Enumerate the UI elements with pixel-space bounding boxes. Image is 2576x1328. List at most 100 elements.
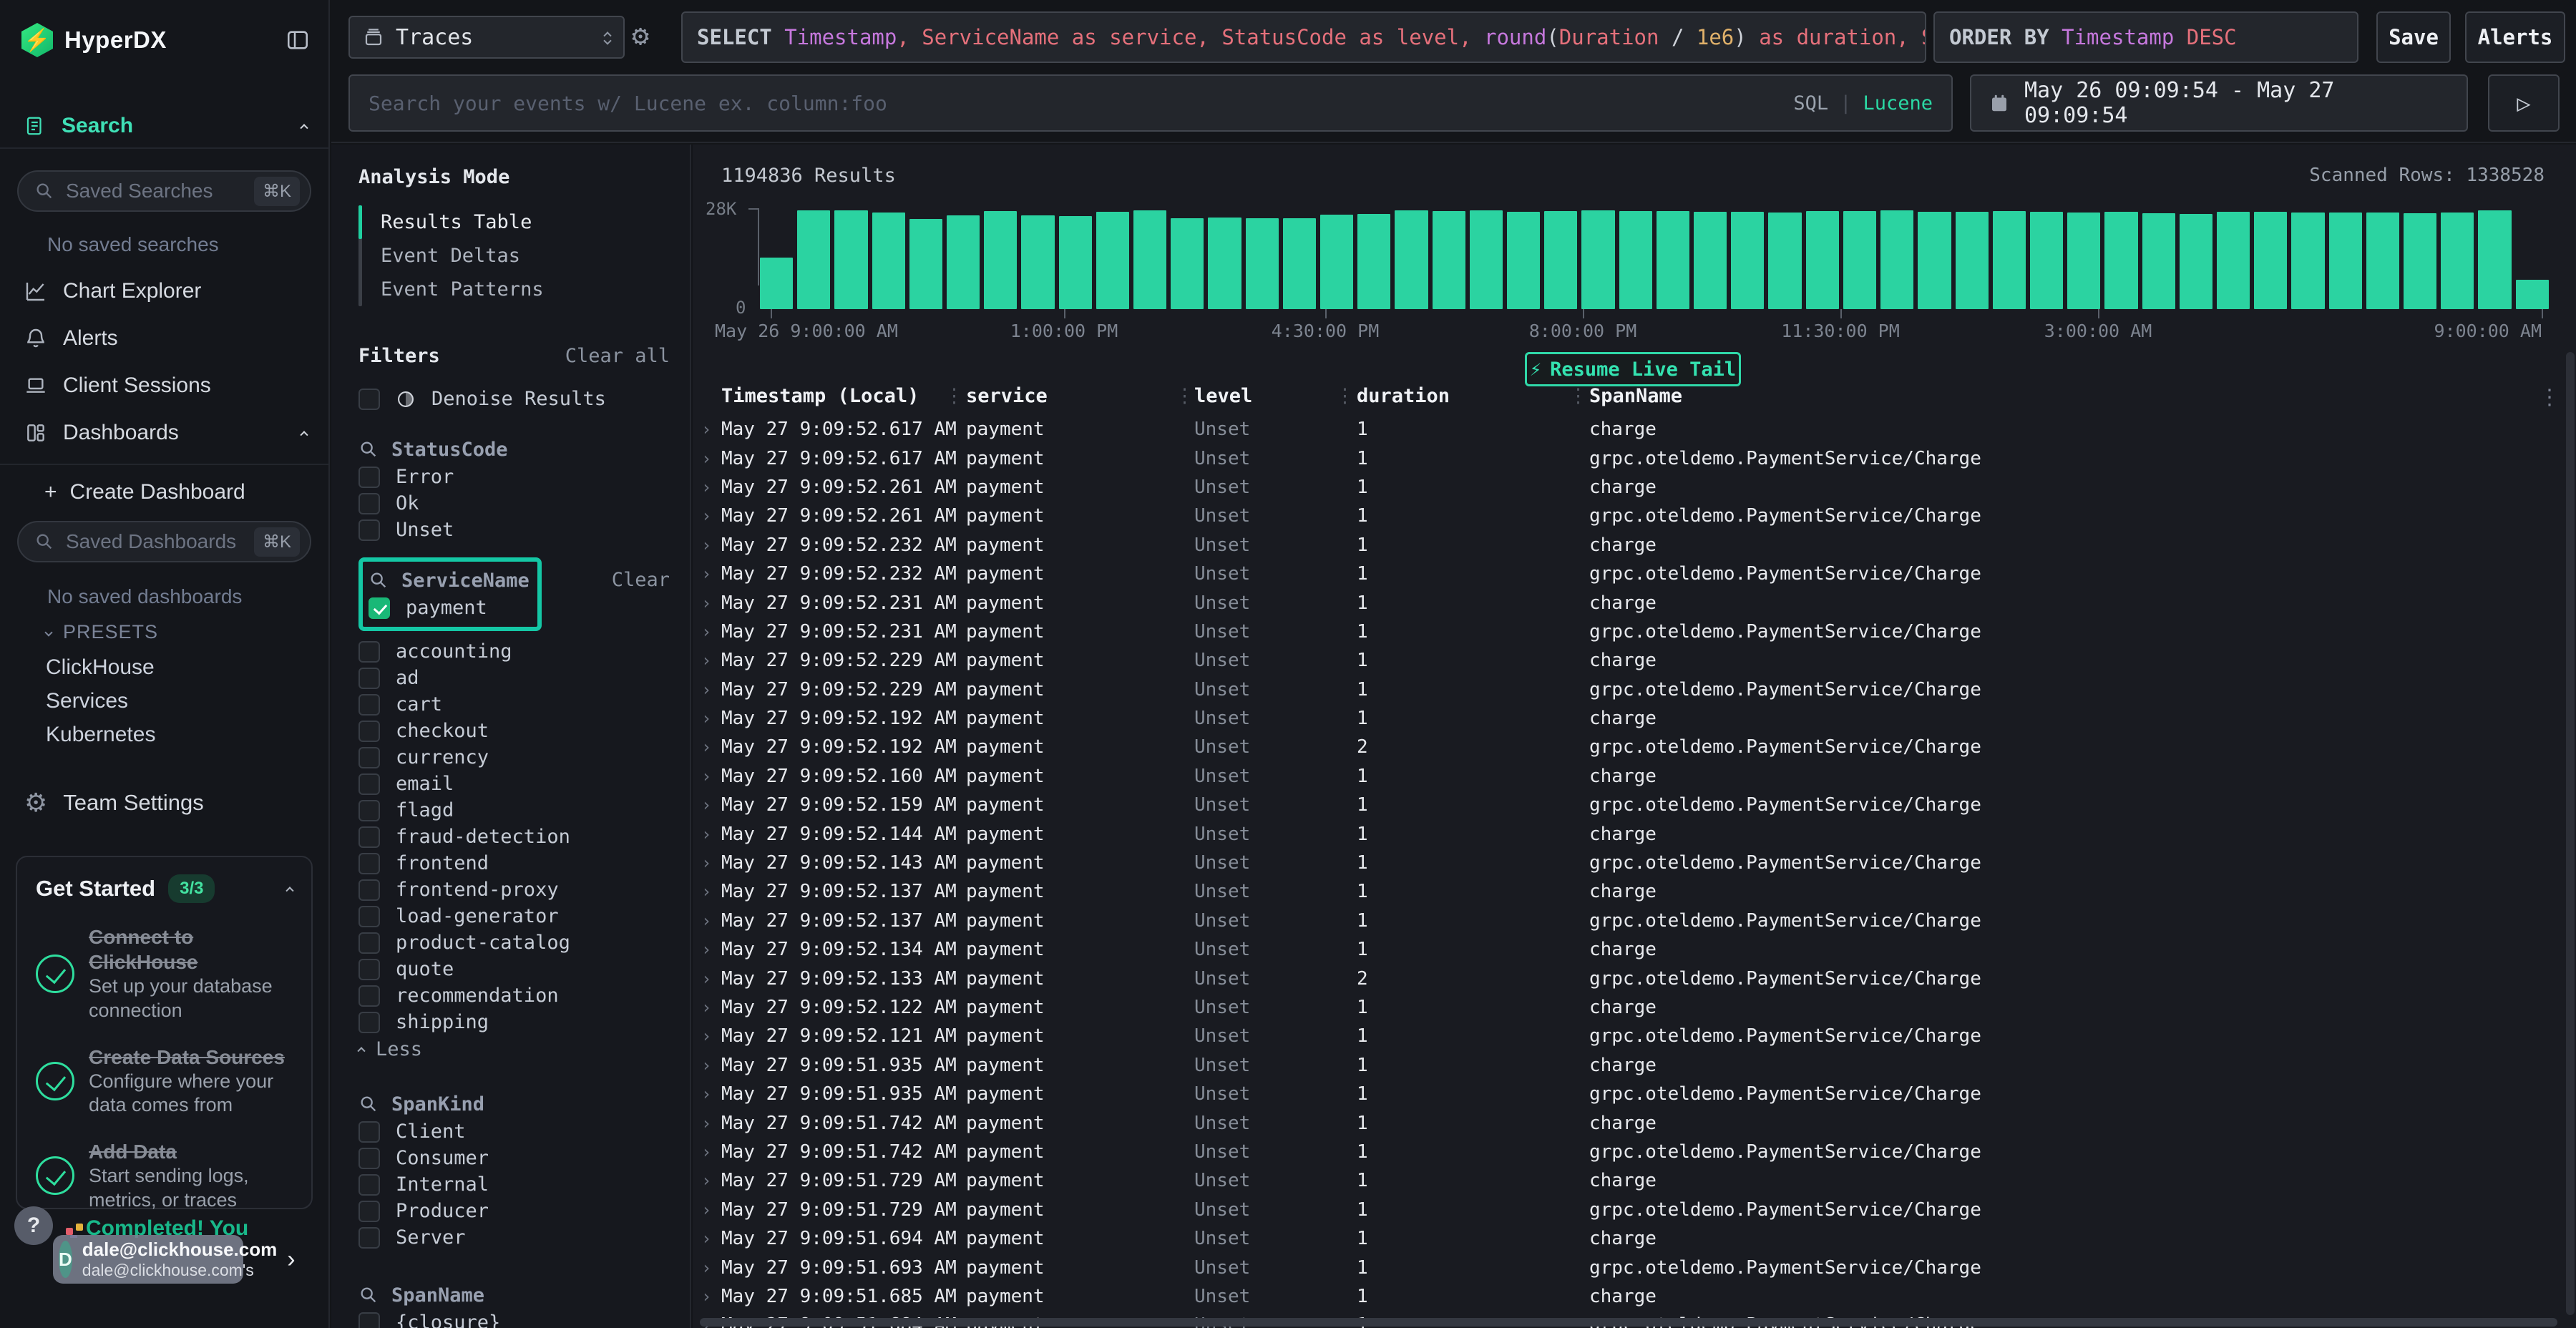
row-expand-icon[interactable]: › [701, 622, 711, 642]
table-row[interactable]: › May 27 9:09:51.693 AM payment Unset 1 … [693, 1253, 2576, 1281]
checkbox[interactable] [358, 519, 380, 541]
chevron-up-icon[interactable] [286, 887, 293, 894]
table-row[interactable]: › May 27 9:09:51.935 AM payment Unset 1 … [693, 1051, 2576, 1080]
table-row[interactable]: › May 27 9:09:52.160 AM payment Unset 1 … [693, 762, 2576, 791]
filter-option[interactable]: shipping [358, 1009, 690, 1035]
source-select[interactable]: Traces [348, 16, 625, 59]
row-expand-icon[interactable]: › [701, 680, 711, 700]
column-header-duration[interactable]: duration [1357, 385, 1450, 407]
table-row[interactable]: › May 27 9:09:52.617 AM payment Unset 1 … [693, 415, 2576, 444]
table-row[interactable]: › May 27 9:09:51.935 AM payment Unset 1 … [693, 1080, 2576, 1108]
preset-link[interactable]: Kubernetes [46, 723, 155, 747]
create-dashboard-button[interactable]: + Create Dashboard [44, 475, 245, 509]
filter-option[interactable]: Consumer [358, 1145, 690, 1171]
checkbox[interactable] [358, 853, 380, 874]
table-row[interactable]: › May 27 9:09:51.742 AM payment Unset 1 … [693, 1138, 2576, 1166]
filter-option[interactable]: accounting [358, 638, 690, 665]
row-expand-icon[interactable]: › [701, 1171, 711, 1191]
table-row[interactable]: › May 27 9:09:52.159 AM payment Unset 1 … [693, 791, 2576, 819]
table-row[interactable]: › May 27 9:09:52.137 AM payment Unset 1 … [693, 877, 2576, 906]
table-row[interactable]: › May 27 9:09:52.231 AM payment Unset 1 … [693, 588, 2576, 617]
checkbox-checked[interactable] [369, 597, 390, 619]
row-expand-icon[interactable]: › [701, 535, 711, 555]
row-expand-icon[interactable]: › [701, 1229, 711, 1249]
filter-option[interactable]: checkout [358, 718, 690, 744]
checkbox[interactable] [358, 800, 380, 821]
filter-option[interactable]: cart [358, 691, 690, 718]
preset-link[interactable]: ClickHouse [46, 655, 155, 680]
column-header-timestamp[interactable]: Timestamp (Local) [721, 385, 919, 407]
checkbox[interactable] [358, 668, 380, 689]
checkbox[interactable] [358, 985, 380, 1007]
search-icon[interactable] [369, 570, 389, 590]
filter-option[interactable]: currency [358, 744, 690, 771]
row-expand-icon[interactable]: › [701, 1200, 711, 1220]
filter-option[interactable]: Internal [358, 1171, 690, 1198]
source-settings-gear-icon[interactable]: ⚙ [632, 21, 649, 50]
filter-option[interactable]: email [358, 771, 690, 797]
run-query-button[interactable]: ▷ [2488, 74, 2560, 132]
checkbox[interactable] [358, 389, 380, 410]
column-resize-handle[interactable]: ⋮ [945, 385, 964, 407]
filter-option[interactable]: Unset [358, 517, 690, 543]
table-row[interactable]: › May 27 9:09:51.694 AM payment Unset 1 … [693, 1224, 2576, 1253]
table-row[interactable]: › May 27 9:09:52.232 AM payment Unset 1 … [693, 560, 2576, 588]
row-expand-icon[interactable]: › [701, 477, 711, 497]
show-less-toggle[interactable]: Less [358, 1035, 690, 1063]
analysis-mode-option[interactable]: Event Patterns [381, 273, 544, 306]
row-expand-icon[interactable]: › [701, 506, 711, 526]
clear-servicename-button[interactable]: Clear [612, 569, 670, 591]
table-row[interactable]: › May 27 9:09:52.137 AM payment Unset 1 … [693, 907, 2576, 935]
chevron-up-icon[interactable] [300, 124, 308, 132]
checkbox[interactable] [358, 773, 380, 795]
row-expand-icon[interactable]: › [701, 593, 711, 613]
table-row[interactable]: › May 27 9:09:52.232 AM payment Unset 1 … [693, 531, 2576, 560]
table-row[interactable]: › May 27 9:09:51.729 AM payment Unset 1 … [693, 1166, 2576, 1195]
table-row[interactable]: › May 27 9:09:52.122 AM payment Unset 1 … [693, 993, 2576, 1022]
column-resize-handle[interactable]: ⋮ [1335, 385, 1355, 407]
filter-option[interactable]: {closure} [358, 1309, 690, 1328]
search-icon[interactable] [358, 439, 379, 459]
user-menu[interactable]: D dale@clickhouse.com dale@clickhouse.co… [53, 1235, 243, 1284]
row-expand-icon[interactable]: › [701, 708, 711, 728]
sidebar-item-chart-explorer[interactable]: Chart Explorer [24, 273, 307, 309]
search-icon[interactable] [358, 1094, 379, 1114]
chevron-up-icon[interactable] [300, 431, 308, 439]
checkbox[interactable] [358, 467, 380, 488]
checkbox[interactable] [358, 879, 380, 901]
analysis-mode-option[interactable]: Event Deltas [381, 239, 544, 273]
analysis-mode-option[interactable]: Results Table [381, 205, 544, 239]
row-expand-icon[interactable]: › [701, 449, 711, 469]
table-row[interactable]: › May 27 9:09:52.261 AM payment Unset 1 … [693, 473, 2576, 502]
checkbox[interactable] [358, 1174, 380, 1196]
checkbox[interactable] [358, 1012, 380, 1033]
row-expand-icon[interactable]: › [701, 1258, 711, 1278]
sql-mode-toggle[interactable]: SQL [1793, 92, 1828, 114]
table-row[interactable]: › May 27 9:09:51.729 AM payment Unset 1 … [693, 1196, 2576, 1224]
filter-option[interactable]: ad [358, 665, 690, 691]
filter-option-payment[interactable]: payment [363, 595, 532, 621]
table-row[interactable]: › May 27 9:09:52.617 AM payment Unset 1 … [693, 444, 2576, 472]
row-expand-icon[interactable]: › [701, 824, 711, 844]
checkbox[interactable] [358, 641, 380, 663]
checkbox[interactable] [358, 1148, 380, 1169]
sidebar-item-alerts[interactable]: Alerts [24, 321, 307, 356]
filter-option[interactable]: frontend-proxy [358, 877, 690, 903]
row-expand-icon[interactable]: › [701, 1286, 711, 1307]
table-row[interactable]: › May 27 9:09:52.231 AM payment Unset 1 … [693, 617, 2576, 646]
event-search-input[interactable]: Search your events w/ Lucene ex. column:… [348, 74, 1953, 132]
row-expand-icon[interactable]: › [701, 853, 711, 873]
checkbox[interactable] [358, 932, 380, 954]
filter-option[interactable]: Ok [358, 490, 690, 517]
filter-option[interactable]: recommendation [358, 982, 690, 1009]
table-row[interactable]: › May 27 9:09:51.742 AM payment Unset 1 … [693, 1108, 2576, 1137]
column-header-spanname[interactable]: SpanName [1589, 385, 1682, 407]
checkbox[interactable] [358, 959, 380, 980]
presets-toggle[interactable]: PRESETS [46, 621, 158, 643]
row-expand-icon[interactable]: › [701, 997, 711, 1017]
checkbox[interactable] [358, 826, 380, 848]
row-expand-icon[interactable]: › [701, 939, 711, 960]
checkbox[interactable] [358, 1312, 380, 1328]
checkbox[interactable] [358, 1121, 380, 1143]
clear-all-button[interactable]: Clear all [565, 345, 670, 367]
